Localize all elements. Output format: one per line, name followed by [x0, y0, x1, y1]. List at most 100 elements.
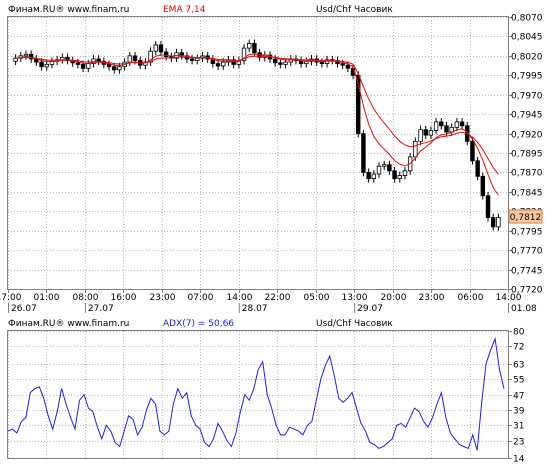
candle: [397, 175, 402, 180]
candle: [444, 125, 449, 133]
y-tick-label: 0,7745: [511, 267, 543, 277]
y-tick-label: 0,7845: [511, 189, 543, 199]
candle: [252, 43, 257, 54]
y-tick-label: 39: [513, 407, 525, 417]
y-tick-label: 14: [513, 455, 525, 465]
y-tick-label: 47: [513, 392, 524, 402]
candle: [340, 63, 345, 66]
y-tick-label: 55: [513, 376, 524, 386]
candle: [246, 43, 252, 49]
y-tick-label: 0,7945: [511, 111, 543, 121]
x-tick-label: 23:00: [419, 293, 445, 303]
candle: [13, 57, 18, 62]
candle: [127, 55, 133, 63]
x-tick-label: 17:00: [0, 293, 22, 303]
candle: [496, 217, 501, 228]
candle: [345, 64, 351, 69]
last-price-label: 0,7812: [510, 213, 542, 223]
x-tick-label: 22:00: [265, 293, 291, 303]
y-tick-label: 63: [513, 361, 524, 371]
bottom-instrument-label: Usd/Chf Часовик: [316, 319, 393, 329]
price-candles: [13, 39, 501, 231]
candle: [189, 58, 195, 61]
y-tick-label: 23: [513, 438, 524, 448]
x-tick-label: 06:00: [458, 293, 484, 303]
candle: [23, 53, 29, 57]
candle: [371, 173, 377, 180]
x-tick-label: 07:00: [188, 293, 214, 303]
x-date-label: 29.07: [357, 304, 383, 314]
y-tick-label: 0,8045: [511, 33, 543, 43]
candle: [418, 129, 423, 142]
ema-slow-line: [15, 55, 499, 175]
y-tick-label: 0,8070: [511, 14, 543, 24]
candle: [75, 62, 81, 65]
x-date-label: 01.08: [511, 304, 537, 314]
top-instrument-label: Usd/Chf Часовик: [316, 5, 393, 15]
y-tick-label: 0,7970: [511, 92, 543, 102]
candle: [470, 140, 475, 162]
candle: [423, 129, 428, 136]
candle: [376, 165, 382, 175]
x-tick-label: 14:00: [496, 293, 522, 303]
candle: [44, 64, 49, 68]
candle: [153, 44, 158, 52]
y-tick-label: 0,7795: [511, 228, 543, 238]
candle: [454, 121, 460, 128]
candle: [366, 172, 371, 180]
candle: [387, 164, 392, 172]
y-tick-label: 0,8020: [511, 53, 543, 63]
y-tick-label: 0,7770: [511, 247, 543, 257]
x-tick-label: 23:00: [150, 293, 176, 303]
candle: [433, 121, 439, 131]
price-label: 0,7812: [508, 209, 543, 224]
candle: [381, 164, 387, 167]
bottom-indicator-label: ADX(7) = 50,66: [163, 319, 235, 329]
candle: [319, 61, 325, 65]
candle: [80, 64, 86, 69]
x-tick-label: 14:00: [227, 293, 253, 303]
candle: [392, 170, 397, 180]
candle: [402, 170, 408, 176]
candle: [278, 62, 283, 65]
top-grid: [8, 17, 509, 290]
x-date-label: 28.07: [242, 304, 268, 314]
y-tick-label: 80: [513, 328, 525, 338]
y-tick-label: 0,7995: [511, 72, 543, 82]
chart-canvas: 0,8070 0,8045 0,8020 0,7995 0,7970 0,7945 0,79…: [0, 14, 543, 465]
candle: [215, 63, 221, 67]
adx-line: [7, 336, 505, 451]
candle: [272, 58, 278, 64]
top-x-axis: 17:00 01:00 08:00 16:00 23:00 07:00 14:00 22:00…: [0, 289, 537, 314]
candle: [485, 195, 491, 218]
candle: [117, 66, 122, 71]
y-tick-label: 0,7920: [511, 131, 543, 141]
candle: [480, 175, 486, 197]
candle: [195, 57, 200, 61]
candle: [221, 61, 226, 67]
bottom-y-axis: 80 72 63 55 47 39 31 23 14: [508, 328, 525, 465]
adx-series-line: [7, 336, 505, 451]
x-tick-label: 20:00: [381, 293, 407, 303]
bottom-source-label: Финам.RU® www.finam.ru: [8, 319, 130, 329]
y-tick-label: 31: [513, 422, 524, 432]
candle: [112, 66, 117, 71]
bottom-plot-frame: [7, 330, 509, 459]
top-source-label: Финам.RU® www.finam.ru: [8, 5, 130, 15]
x-tick-label: 16:00: [111, 293, 137, 303]
candle: [106, 64, 112, 68]
top-indicator-label: EMA 7,14: [163, 5, 206, 15]
candle: [86, 63, 91, 69]
x-date-label: 26.07: [11, 304, 37, 314]
candle: [304, 60, 309, 65]
candle: [439, 121, 444, 127]
candle: [96, 58, 101, 62]
x-tick-label: 13:00: [342, 293, 368, 303]
candle: [28, 53, 34, 60]
y-tick-label: 0,7895: [511, 150, 543, 160]
top-y-axis: 0,8070 0,8045 0,8020 0,7995 0,7970 0,7945 0,79…: [508, 14, 543, 296]
candle: [459, 121, 465, 127]
y-tick-label: 0,7870: [511, 169, 543, 179]
x-tick-label: 08:00: [73, 293, 99, 303]
candle: [413, 140, 418, 158]
